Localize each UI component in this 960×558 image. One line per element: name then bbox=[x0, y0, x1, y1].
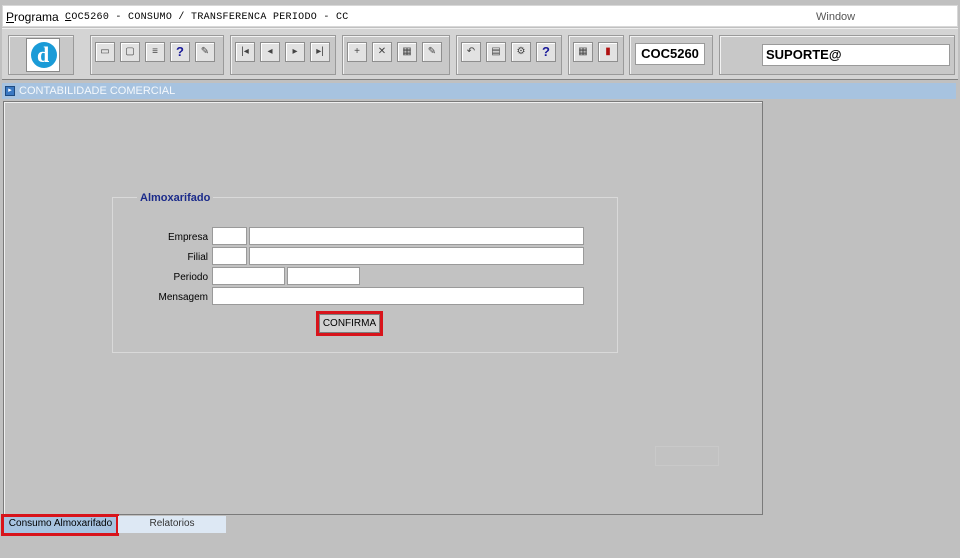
program-title-rest: OC5260 - CONSUMO / TRANSFERENCA PERIODO … bbox=[71, 12, 349, 23]
print-icon[interactable]: ≡ bbox=[145, 42, 165, 62]
next-record-icon[interactable]: ▸ bbox=[285, 42, 305, 62]
undo-icon[interactable]: ↶ bbox=[461, 42, 481, 62]
help-query-icon[interactable]: ? bbox=[170, 42, 190, 62]
calendar-icon[interactable]: ▦ bbox=[573, 42, 593, 62]
last-record-icon[interactable]: ▸| bbox=[310, 42, 330, 62]
empresa-label: Empresa bbox=[167, 232, 208, 243]
confirma-button[interactable]: CONFIRMA bbox=[319, 314, 380, 333]
menu-programa-mnemonic: P bbox=[6, 10, 15, 24]
filial-code-field[interactable] bbox=[212, 247, 247, 265]
logo-group: d bbox=[8, 35, 74, 75]
help-icon[interactable]: ? bbox=[536, 42, 556, 62]
app-logo: d bbox=[26, 38, 60, 72]
periodo-end-field[interactable] bbox=[287, 267, 360, 285]
periodo-start-field[interactable] bbox=[212, 267, 285, 285]
almoxarifado-frame-title: Almoxarifado bbox=[137, 192, 214, 204]
filial-name-field[interactable] bbox=[249, 247, 584, 265]
clear-record-icon[interactable]: ▦ bbox=[397, 42, 417, 62]
hidden-item-box bbox=[655, 446, 719, 466]
save-icon[interactable]: ▭ bbox=[95, 42, 115, 62]
tools-icon[interactable]: ⚙ bbox=[511, 42, 531, 62]
first-record-icon[interactable]: |◂ bbox=[235, 42, 255, 62]
tab-relatorios[interactable]: Relatorios bbox=[118, 516, 226, 533]
mensagem-field[interactable] bbox=[212, 287, 584, 305]
menu-bar: Programa COC5260 - CONSUMO / TRANSFERENC… bbox=[2, 5, 958, 27]
window-title-bar: ▸ CONTABILIDADE COMERCIAL bbox=[2, 83, 956, 99]
list-values-icon[interactable]: ▤ bbox=[486, 42, 506, 62]
insert-record-icon[interactable]: + bbox=[347, 42, 367, 62]
menu-window[interactable]: Window bbox=[816, 11, 855, 23]
exit-icon[interactable]: ▮ bbox=[598, 42, 618, 62]
menu-programa[interactable]: Programa bbox=[6, 10, 59, 24]
logo-letter: d bbox=[37, 42, 50, 67]
empresa-code-field[interactable] bbox=[212, 227, 247, 245]
mensagem-label: Mensagem bbox=[158, 292, 208, 303]
user-box: SUPORTE@ bbox=[762, 44, 950, 66]
toolbar: d ▭ ▢ ≡ ? ✎ |◂ ◂ ▸ ▸| + ✕ ▦ ✎ ↶ ▤ ⚙ ? ▦ … bbox=[2, 28, 958, 80]
program-code-box: COC5260 bbox=[635, 43, 705, 65]
window-menu-icon[interactable]: ▸ bbox=[5, 86, 15, 96]
menu-programa-rest: rograma bbox=[14, 10, 59, 24]
window-title: CONTABILIDADE COMERCIAL bbox=[19, 85, 176, 97]
magic-icon[interactable]: ✎ bbox=[195, 42, 215, 62]
delete-record-icon[interactable]: ✕ bbox=[372, 42, 392, 62]
tab-highlight bbox=[1, 514, 119, 536]
filial-label: Filial bbox=[187, 252, 208, 263]
periodo-label: Periodo bbox=[173, 272, 208, 283]
program-title: COC5260 - CONSUMO / TRANSFERENCA PERIODO… bbox=[65, 12, 349, 23]
window-icon[interactable]: ▢ bbox=[120, 42, 140, 62]
previous-record-icon[interactable]: ◂ bbox=[260, 42, 280, 62]
empresa-name-field[interactable] bbox=[249, 227, 584, 245]
edit-record-icon[interactable]: ✎ bbox=[422, 42, 442, 62]
